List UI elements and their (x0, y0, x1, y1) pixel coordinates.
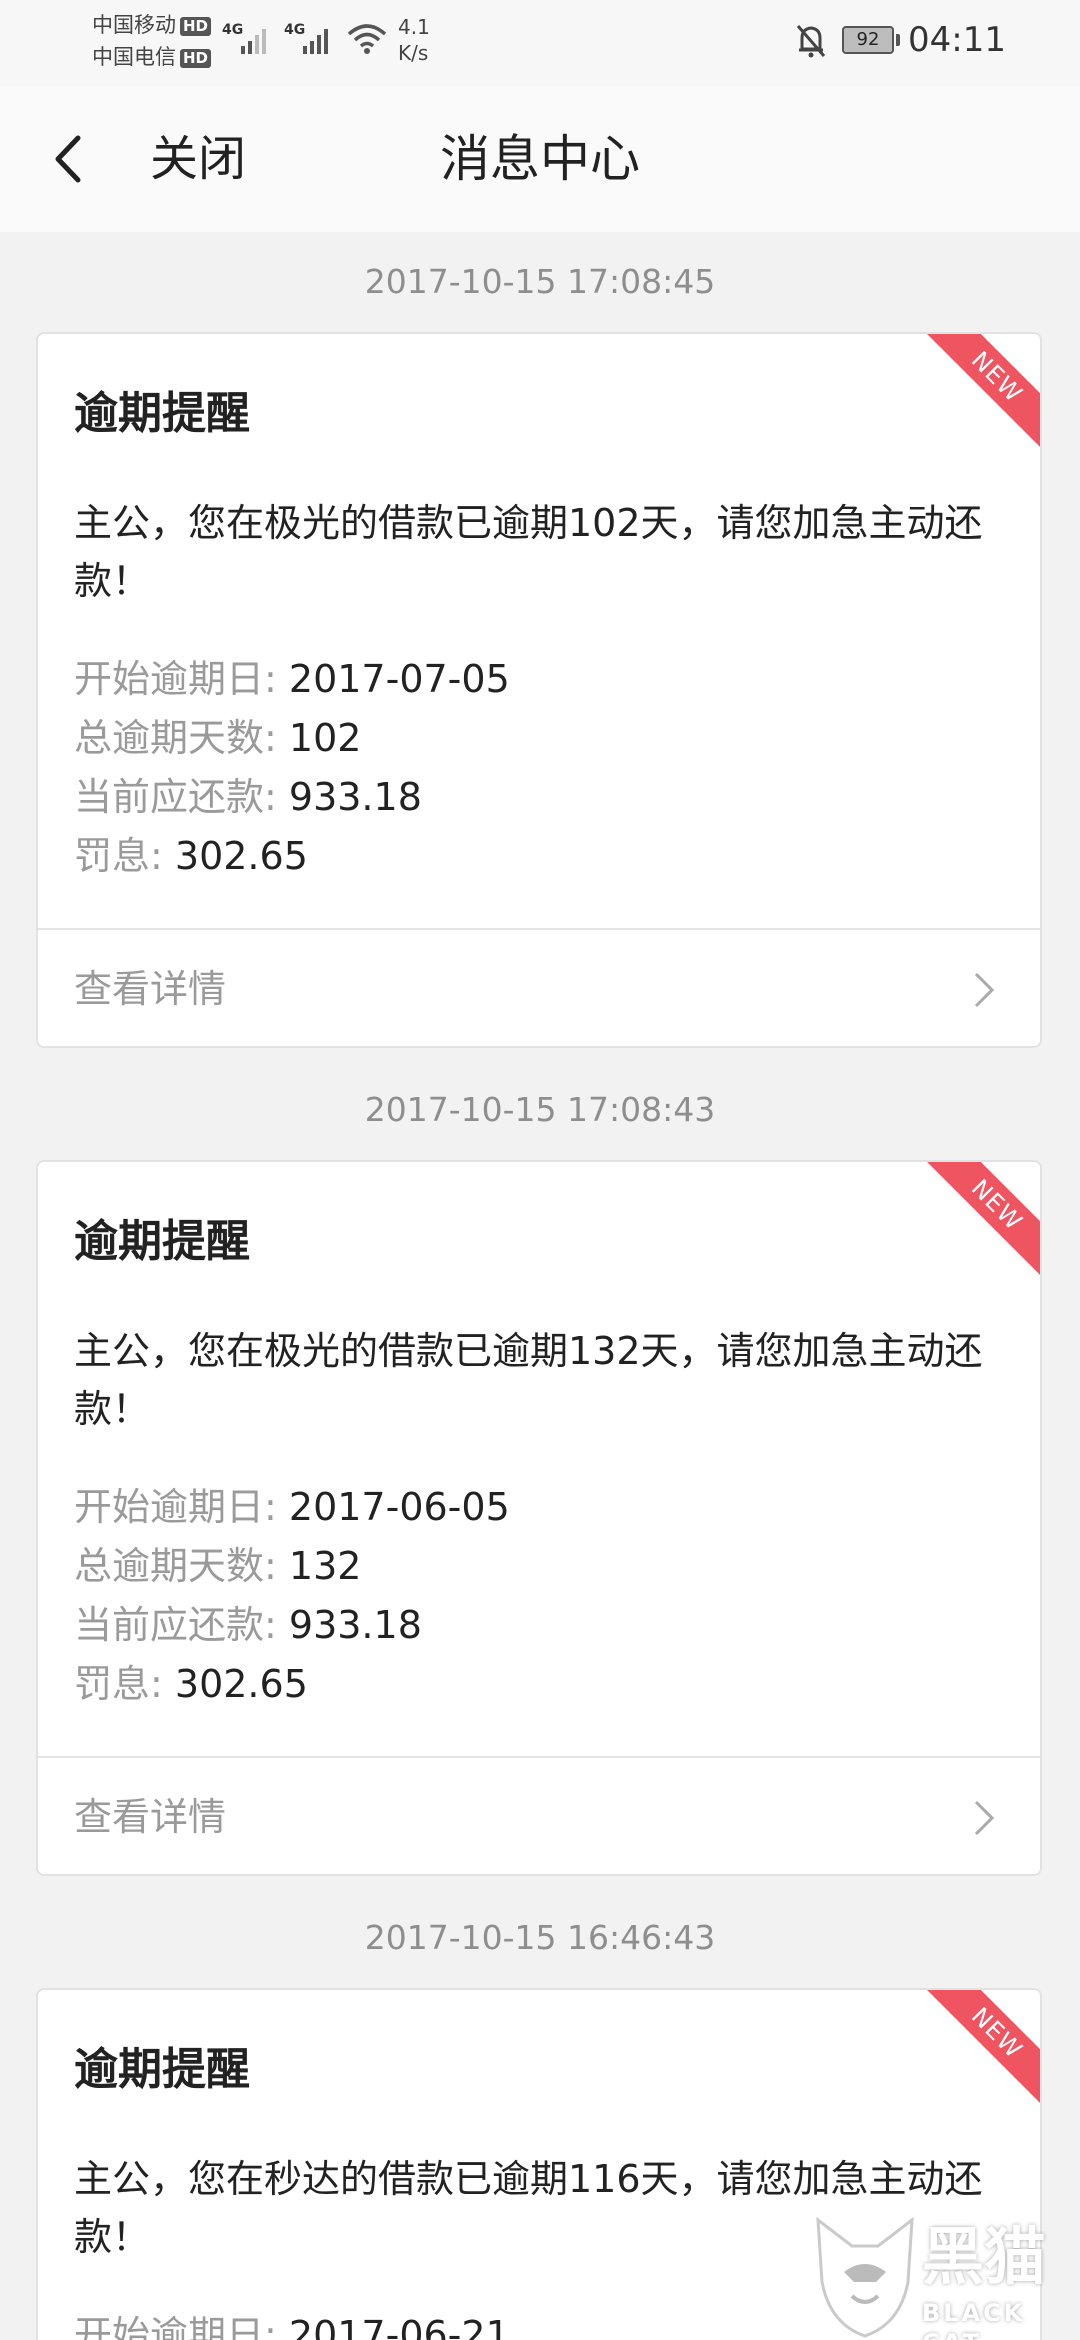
new-badge: NEW (916, 1990, 1040, 2114)
chevron-right-icon (974, 1800, 995, 1836)
field-value: 2017-07-05 (288, 657, 510, 701)
field-label: 总逾期天数: (74, 716, 277, 760)
view-details-label: 查看详情 (74, 967, 227, 1011)
message-timestamp: 2017-10-15 16:46:43 (364, 1918, 716, 1957)
field-label: 开始逾期日: (74, 1485, 277, 1529)
field-row: 总逾期天数: 132 (74, 1537, 1014, 1596)
field-row: 开始逾期日: 2017-07-05 (74, 650, 1014, 709)
message-fields: 开始逾期日: 2017-06-05 总逾期天数: 132 当前应还款: 933.… (74, 1478, 1014, 1714)
network-speed-unit: K/s (398, 41, 429, 65)
field-row: 当前应还款: 933.18 (74, 1596, 1014, 1655)
view-details-label: 查看详情 (74, 1795, 227, 1839)
status-bar: 中国移动 HD 中国电信 HD 4G 4G 4.1 K/s 92 04:11 (0, 0, 1080, 86)
field-label: 开始逾期日: (74, 2313, 277, 2340)
field-label: 当前应还款: (74, 775, 277, 819)
wifi-icon (347, 24, 387, 54)
field-label: 罚息: (74, 834, 163, 878)
watermark-text: 黑猫 (922, 2220, 1047, 2293)
field-label: 总逾期天数: (74, 1544, 277, 1588)
field-label: 罚息: (74, 1662, 163, 1706)
field-row: 当前应还款: 933.18 (74, 768, 1014, 827)
carrier-2-name: 中国电信 (92, 45, 176, 69)
view-details-button[interactable]: 查看详情 (38, 1758, 1040, 1874)
field-value: 302.65 (174, 1662, 308, 1706)
message-body: 主公，您在极光的借款已逾期132天，请您加急主动还款！ (74, 1329, 983, 1431)
field-value: 132 (288, 1544, 362, 1588)
message-title: 逾期提醒 (74, 2044, 250, 2095)
close-button[interactable]: 关闭 (150, 128, 246, 190)
view-details-button[interactable]: 查看详情 (38, 930, 1040, 1046)
new-badge: NEW (916, 334, 1040, 458)
battery-level: 92 (856, 29, 880, 50)
message-body: 主公，您在极光的借款已逾期102天，请您加急主动还款！ (74, 501, 983, 603)
carrier-1: 中国移动 HD (92, 12, 212, 38)
battery-tip (896, 34, 900, 46)
field-row: 罚息: 302.65 (74, 1655, 1014, 1714)
field-value: 933.18 (288, 775, 422, 819)
message-title: 逾期提醒 (74, 388, 250, 439)
message-timestamp: 2017-10-15 17:08:45 (364, 262, 716, 301)
battery-icon: 92 (842, 26, 894, 54)
message-timestamp: 2017-10-15 17:08:43 (364, 1090, 716, 1129)
message-card: NEW 逾期提醒 主公，您在极光的借款已逾期132天，请您加急主动还款！ 开始逾… (36, 1160, 1042, 1876)
hd-badge-2: HD (180, 48, 212, 68)
hd-badge-1: HD (180, 16, 212, 36)
new-badge: NEW (916, 1162, 1040, 1286)
nav-bar: 消息中心 关闭 (0, 86, 1080, 232)
field-value: 2017-06-05 (288, 1485, 510, 1529)
field-row: 罚息: 302.65 (74, 827, 1014, 886)
field-value: 302.65 (174, 834, 308, 878)
field-row: 总逾期天数: 102 (74, 709, 1014, 768)
field-value: 933.18 (288, 1603, 422, 1647)
field-value: 102 (288, 716, 362, 760)
message-card: NEW 逾期提醒 主公，您在极光的借款已逾期102天，请您加急主动还款！ 开始逾… (36, 332, 1042, 1048)
screen: 中国移动 HD 中国电信 HD 4G 4G 4.1 K/s 92 04:11 消… (0, 0, 1080, 2340)
field-label: 开始逾期日: (74, 657, 277, 701)
network-speed: 4.1 K/s (398, 14, 430, 66)
mute-bell-icon (796, 25, 826, 58)
status-time: 04:11 (908, 20, 1006, 60)
message-title: 逾期提醒 (74, 1216, 250, 1267)
message-fields: 开始逾期日: 2017-07-05 总逾期天数: 102 当前应还款: 933.… (74, 650, 1014, 886)
watermark-subtext: BLACK CAT (922, 2299, 1026, 2340)
carrier-2: 中国电信 HD (92, 44, 212, 70)
field-label: 当前应还款: (74, 1603, 277, 1647)
field-value: 2017-06-21 (288, 2313, 510, 2340)
field-row: 开始逾期日: 2017-06-05 (74, 1478, 1014, 1537)
chevron-right-icon (974, 972, 995, 1008)
network-speed-value: 4.1 (398, 15, 430, 39)
carrier-1-name: 中国移动 (92, 13, 176, 37)
